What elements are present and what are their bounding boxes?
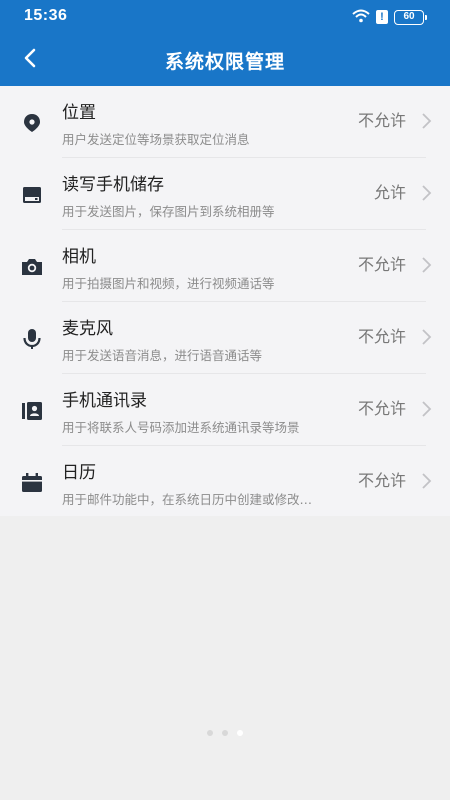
permission-row-calendar[interactable]: 日历 用于邮件功能中，在系统日历中创建或修改… 不允许 xyxy=(0,446,450,518)
location-pin-icon xyxy=(19,110,45,136)
permission-row-microphone[interactable]: 麦克风 用于发送语音消息，进行语音通话等 不允许 xyxy=(0,302,450,374)
status-icons: ! 60 xyxy=(352,8,427,27)
alert-icon: ! xyxy=(376,10,388,24)
page-indicator xyxy=(0,730,450,736)
permission-description: 用于发送语音消息，进行语音通话等 xyxy=(62,348,263,363)
calendar-icon xyxy=(19,470,45,496)
permission-title: 麦克风 xyxy=(62,319,113,339)
chevron-right-icon xyxy=(419,254,433,276)
chevron-right-icon xyxy=(419,470,433,492)
permission-title: 手机通讯录 xyxy=(62,391,147,411)
page-title: 系统权限管理 xyxy=(164,51,285,73)
nav-bar: 系统权限管理 xyxy=(0,34,450,86)
wifi-icon xyxy=(352,8,370,27)
permission-status: 不允许 xyxy=(357,255,406,274)
storage-icon xyxy=(19,182,45,208)
chevron-right-icon xyxy=(419,326,433,348)
chevron-right-icon xyxy=(419,110,433,132)
chevron-right-icon xyxy=(419,182,433,204)
permission-description: 用于拍摄图片和视频，进行视频通话等 xyxy=(62,276,275,291)
permission-title: 位置 xyxy=(62,103,96,123)
permission-status: 不允许 xyxy=(357,471,406,490)
permission-row-storage[interactable]: 读写手机储存 用于发送图片，保存图片到系统相册等 允许 xyxy=(0,158,450,230)
permission-description: 用于邮件功能中，在系统日历中创建或修改… xyxy=(62,492,313,507)
permission-title: 日历 xyxy=(62,463,96,483)
contacts-icon xyxy=(19,398,45,424)
permission-row-contacts[interactable]: 手机通讯录 用于将联系人号码添加进系统通讯录等场景 不允许 xyxy=(0,374,450,446)
permission-status: 不允许 xyxy=(357,399,406,418)
permission-row-location[interactable]: 位置 用户发送定位等场景获取定位消息 不允许 xyxy=(0,86,450,158)
page-indicator-dot[interactable] xyxy=(207,730,213,736)
permission-description: 用户发送定位等场景获取定位消息 xyxy=(62,132,250,147)
permission-row-camera[interactable]: 相机 用于拍摄图片和视频，进行视频通话等 不允许 xyxy=(0,230,450,302)
permission-description: 用于发送图片，保存图片到系统相册等 xyxy=(62,204,275,219)
microphone-icon xyxy=(19,326,45,352)
permission-title: 相机 xyxy=(62,247,96,267)
permission-title: 读写手机储存 xyxy=(62,175,164,195)
battery-icon: 60 xyxy=(394,9,427,25)
status-bar: 15:36 ! 60 xyxy=(0,0,450,34)
permission-status: 不允许 xyxy=(357,327,406,346)
chevron-right-icon xyxy=(419,398,433,420)
app-header: 15:36 ! 60 系统权限管理 xyxy=(0,0,450,86)
camera-icon xyxy=(19,254,45,280)
page-indicator-dot-active[interactable] xyxy=(237,730,243,736)
permission-status: 不允许 xyxy=(357,111,406,130)
permission-list: 位置 用户发送定位等场景获取定位消息 不允许 读写手机储存 用于发送图片，保存图… xyxy=(0,86,450,516)
page-indicator-dot[interactable] xyxy=(222,730,228,736)
permission-status: 允许 xyxy=(373,183,406,202)
permission-description: 用于将联系人号码添加进系统通讯录等场景 xyxy=(62,420,300,435)
status-time: 15:36 xyxy=(24,7,68,24)
